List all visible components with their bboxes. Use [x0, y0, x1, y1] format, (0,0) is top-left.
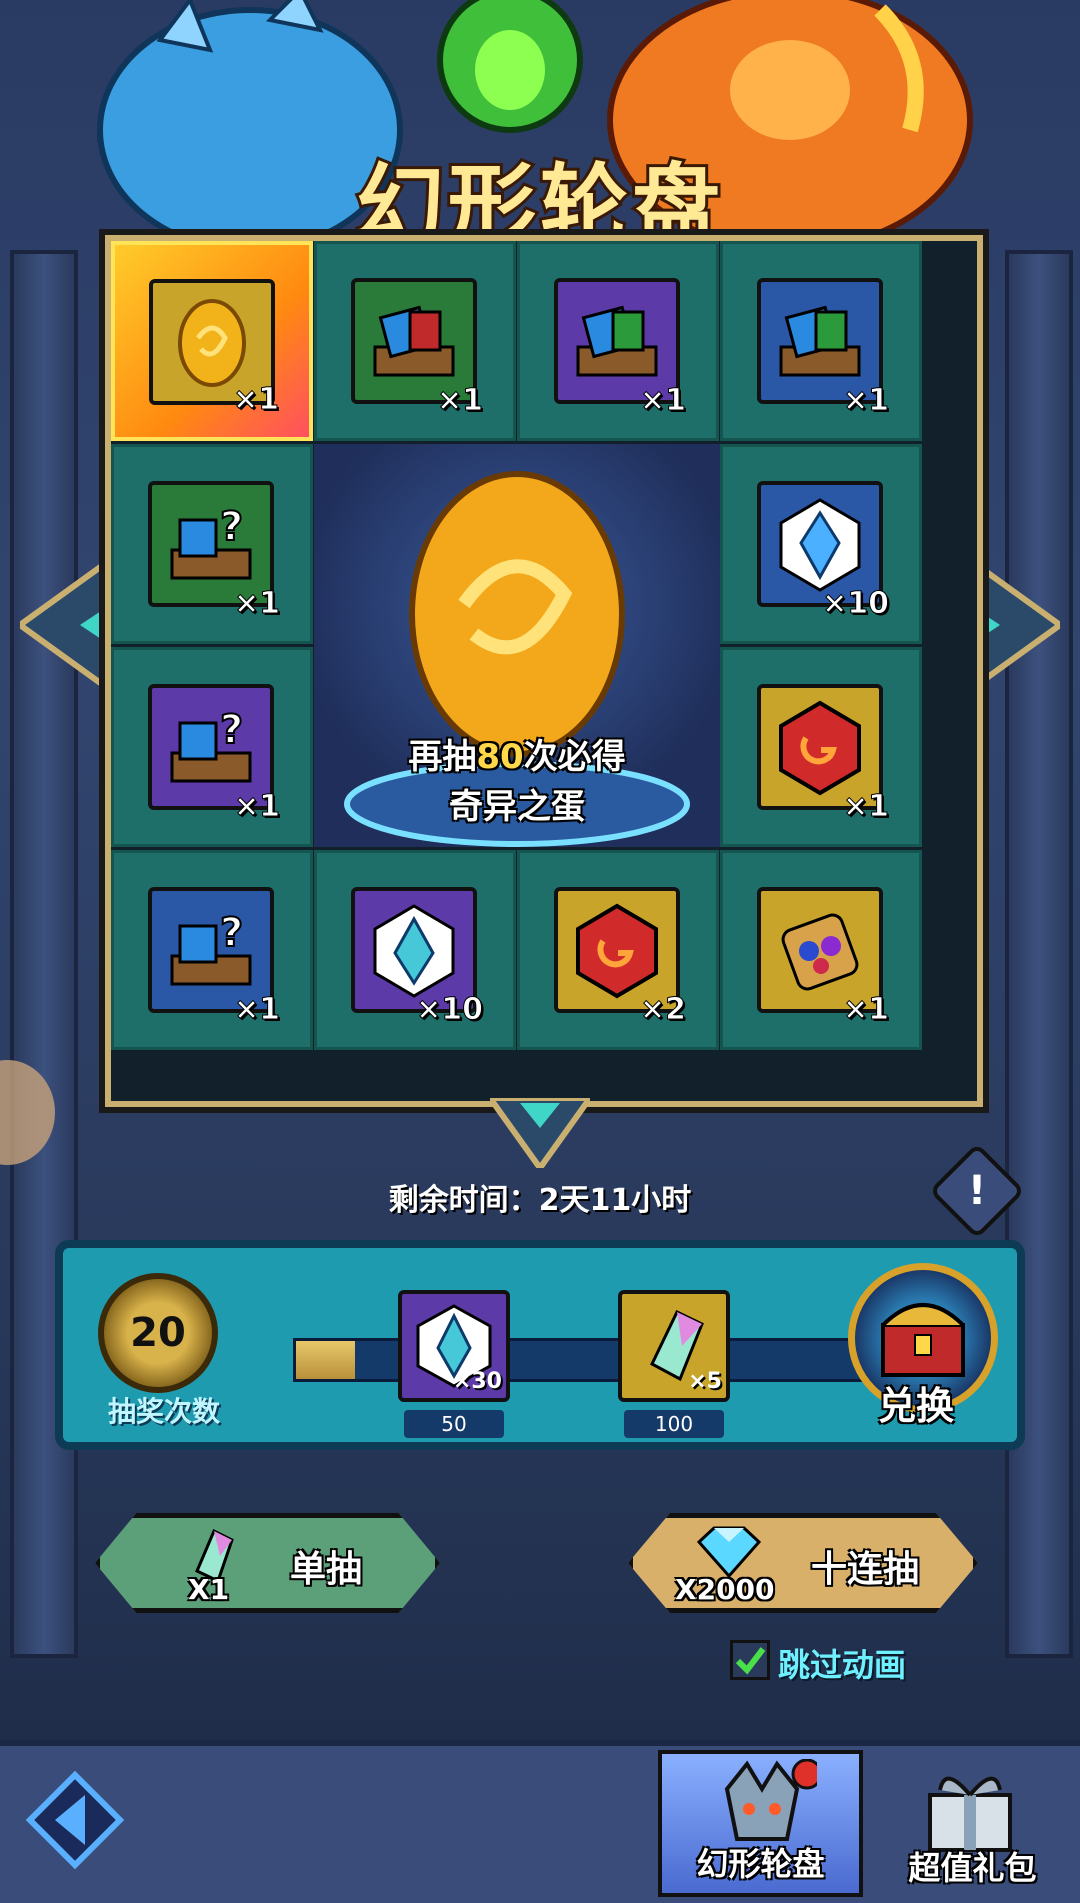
draw-count-label: 抽奖次数: [108, 1395, 221, 1428]
reward-cell[interactable]: ×10: [720, 444, 922, 644]
reward-cell[interactable]: ×1: [111, 241, 313, 441]
reward-quantity: ×1: [233, 992, 280, 1028]
reward-cell[interactable]: ? ×1: [111, 850, 313, 1050]
reward-cell[interactable]: ×1: [720, 241, 922, 441]
reward-cell[interactable]: ×1: [314, 241, 516, 441]
left-arrow-ornament: [20, 560, 110, 690]
milestone-quantity: ×30: [452, 1369, 502, 1394]
diamond-icon: [696, 1526, 762, 1579]
svg-text:?: ?: [220, 910, 243, 956]
ten-draw-label: 十连抽: [811, 1549, 920, 1590]
reward-quantity: ×1: [233, 586, 280, 622]
reward-quantity: ×1: [232, 382, 279, 418]
progress-fill: [296, 1341, 355, 1379]
exclamation-icon: !: [967, 1168, 987, 1214]
back-arrow-icon: [25, 1770, 125, 1870]
ten-draw-cost: X2000: [675, 1573, 775, 1606]
draw-count-badge: 20: [98, 1273, 218, 1393]
single-draw-button[interactable]: X1 单抽: [95, 1513, 440, 1613]
svg-text:?: ?: [220, 707, 243, 753]
pity-counter-text: 再抽80次必得: [408, 737, 626, 777]
skip-animation-checkbox[interactable]: [730, 1640, 770, 1680]
tab-value-pack[interactable]: 超值礼包: [870, 1750, 1075, 1897]
draw-count: 20: [130, 1310, 186, 1356]
reward-cell[interactable]: ×1: [517, 241, 719, 441]
reward-quantity: ×2: [639, 992, 686, 1028]
wheel-board: ×1 ×1 ×1 ×1 ? ×1 ×10 ? ×1 ×1 ? ×1 ×10 ×2…: [105, 235, 983, 1107]
pity-reward-name: 奇异之蛋: [449, 787, 585, 827]
milestone-threshold: 50: [404, 1410, 504, 1438]
reward-quantity: ×1: [639, 383, 686, 419]
remaining-time: 剩余时间：2天11小时: [388, 1183, 692, 1218]
tab-label: 超值礼包: [908, 1849, 1037, 1887]
milestone-reward[interactable]: ×30: [398, 1290, 510, 1402]
checkmark-icon: [735, 1647, 766, 1675]
milestone-quantity: ×5: [688, 1369, 722, 1394]
reward-quantity: ×1: [436, 383, 483, 419]
milestone-threshold: 100: [624, 1410, 724, 1438]
ten-draw-button[interactable]: X2000 十连抽: [628, 1513, 978, 1613]
reward-quantity: ×10: [416, 992, 484, 1028]
tab-illusion-wheel[interactable]: 幻形轮盘: [658, 1750, 863, 1897]
tab-label: 幻形轮盘: [696, 1845, 825, 1883]
reward-cell[interactable]: ? ×1: [111, 444, 313, 644]
back-button[interactable]: [20, 1765, 130, 1875]
reward-cell[interactable]: ? ×1: [111, 647, 313, 847]
right-arrow-ornament: [970, 560, 1060, 690]
board-pointer-ornament: [490, 1098, 590, 1168]
single-draw-label: 单抽: [290, 1549, 363, 1590]
svg-text:?: ?: [220, 504, 243, 550]
milestone-reward[interactable]: ×5: [618, 1290, 730, 1402]
jackpot-display: 再抽80次必得 奇异之蛋: [314, 444, 720, 847]
gift-box-icon: [928, 1776, 1012, 1852]
milestone-panel: 20 抽奖次数 ×30 50 ×5 100 兑换: [55, 1240, 1025, 1450]
reward-cell[interactable]: ×1: [720, 850, 922, 1050]
reward-cell[interactable]: ×10: [314, 850, 516, 1050]
reward-cell[interactable]: ×2: [517, 850, 719, 1050]
reward-quantity: ×1: [842, 383, 889, 419]
progress-track: [293, 1338, 889, 1382]
single-draw-cost: X1: [188, 1573, 230, 1606]
reward-quantity: ×1: [233, 789, 280, 825]
skip-animation-label: 跳过动画: [778, 1646, 907, 1684]
reward-cell[interactable]: ×1: [720, 647, 922, 847]
reward-quantity: ×1: [842, 992, 889, 1028]
reward-quantity: ×1: [842, 789, 889, 825]
reward-quantity: ×10: [822, 586, 890, 622]
exchange-label: 兑换: [878, 1384, 955, 1428]
